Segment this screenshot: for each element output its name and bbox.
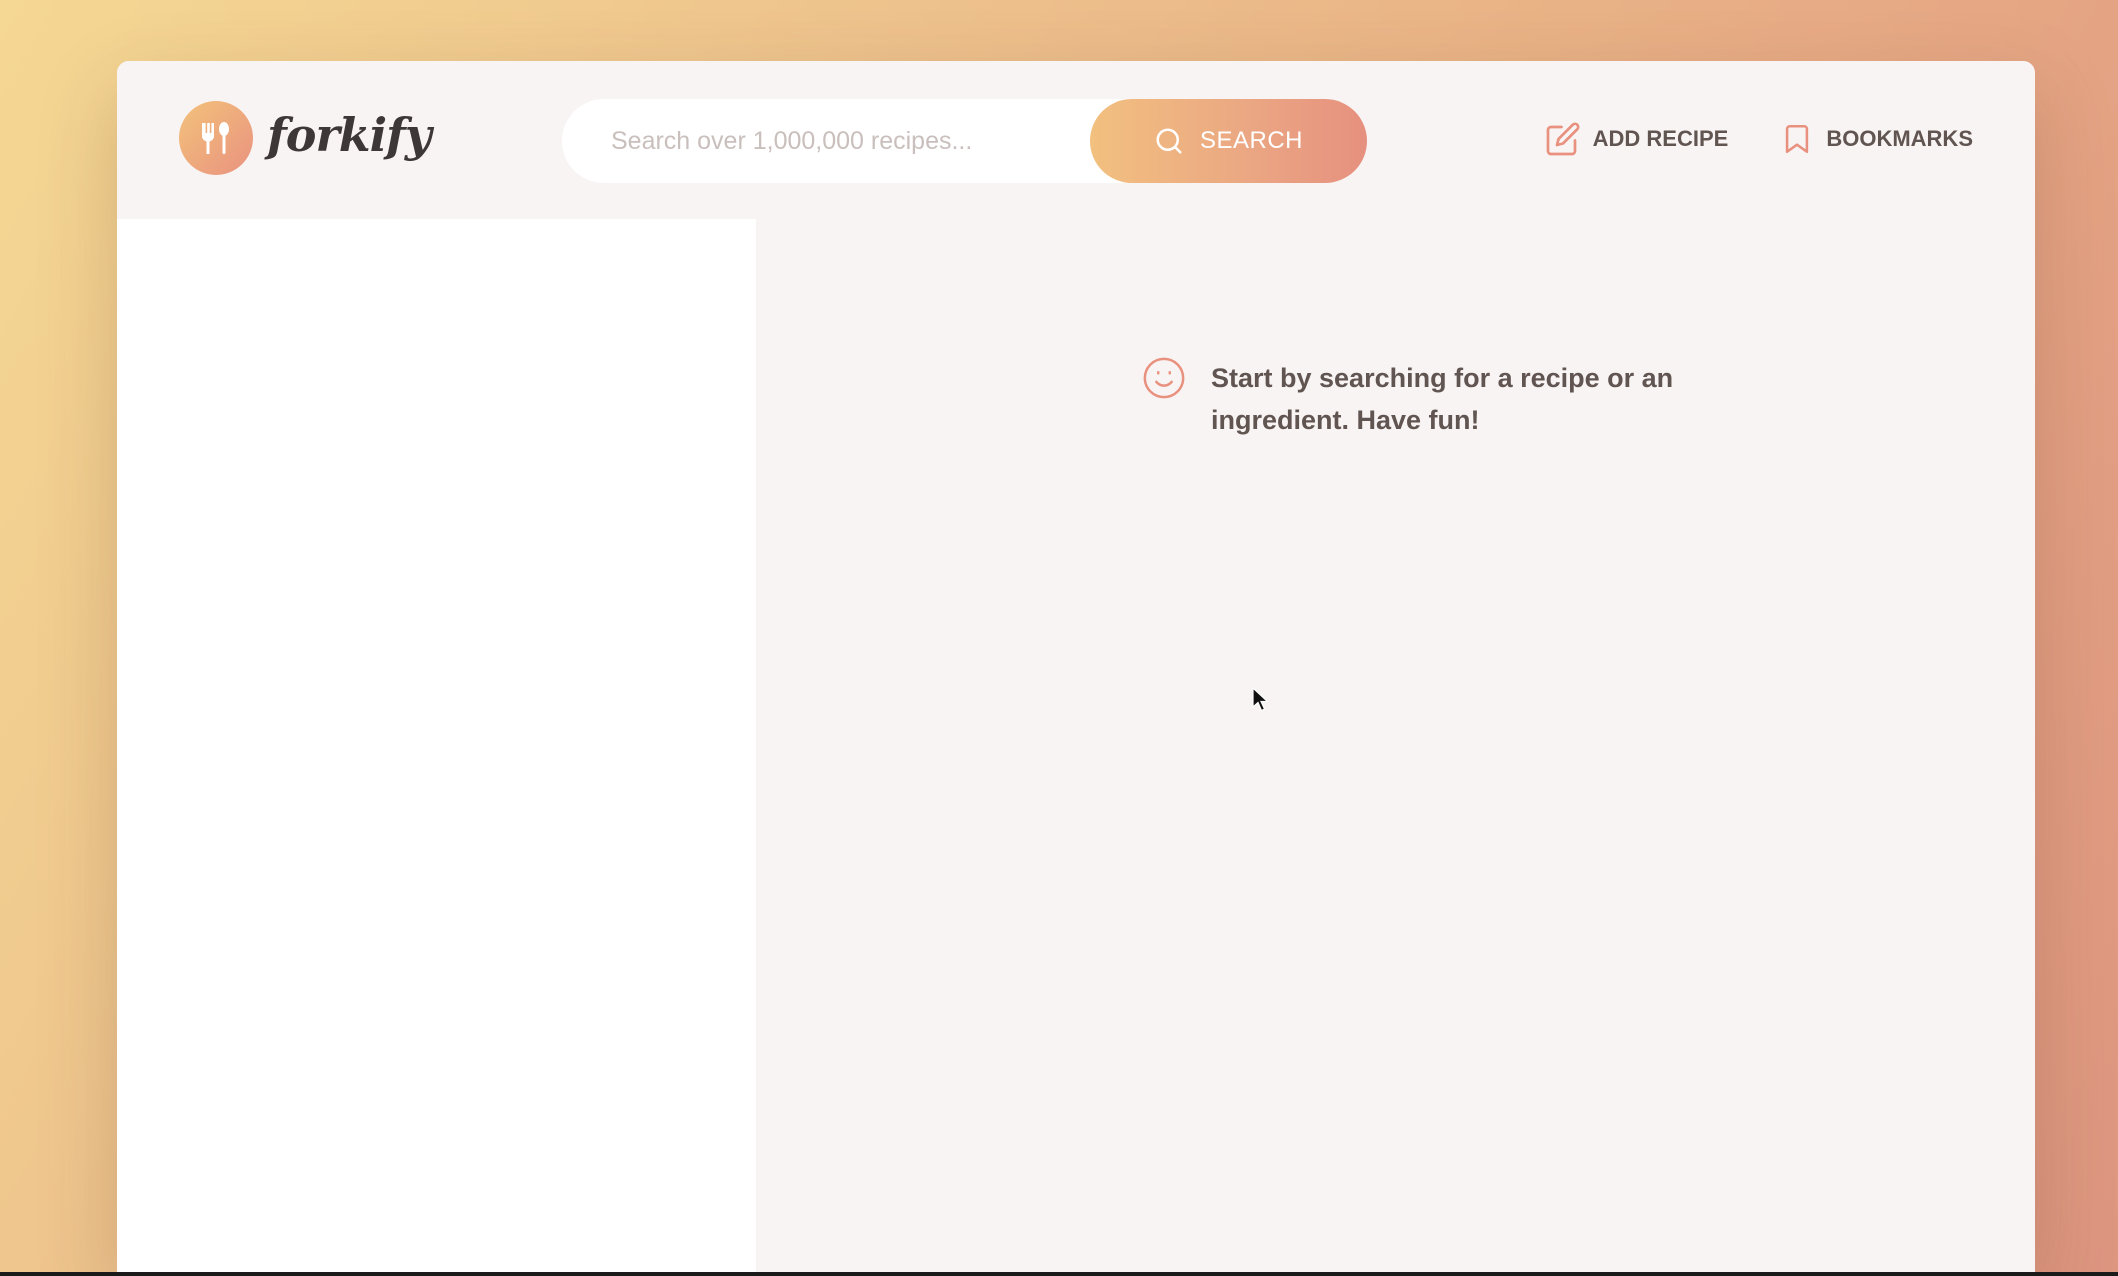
add-recipe-button[interactable]: ADD RECIPE <box>1545 121 1729 157</box>
bookmark-icon <box>1780 121 1814 157</box>
search-input[interactable] <box>609 125 1083 157</box>
bookmarks-label: BOOKMARKS <box>1826 126 1973 151</box>
logo-text: forkify <box>267 108 432 162</box>
fork-spoon-icon <box>179 101 253 175</box>
smile-icon <box>1141 355 1187 401</box>
app-container: forkify SEARCH <box>117 61 2035 1272</box>
search-icon <box>1154 126 1184 156</box>
logo[interactable]: forkify <box>179 101 432 175</box>
start-message-text: Start by searching for a recipe or an in… <box>1211 363 1674 435</box>
nav: ADD RECIPE BOOKMARKS <box>1545 121 1973 157</box>
bookmarks-button[interactable]: BOOKMARKS <box>1780 121 1973 157</box>
add-recipe-label: ADD RECIPE <box>1592 126 1729 151</box>
search-button[interactable]: SEARCH <box>1090 99 1367 183</box>
search-button-label: SEARCH <box>1199 127 1304 154</box>
search-results-panel <box>117 219 756 1272</box>
start-message: Start by searching for a recipe or an in… <box>1141 357 1731 441</box>
header: forkify SEARCH <box>117 61 2035 219</box>
mouse-cursor <box>1252 686 1270 717</box>
search-form: SEARCH <box>562 99 1367 183</box>
edit-icon <box>1545 121 1581 157</box>
bottom-edge <box>0 1272 2118 1276</box>
recipe-panel: Start by searching for a recipe or an in… <box>756 219 2035 1272</box>
